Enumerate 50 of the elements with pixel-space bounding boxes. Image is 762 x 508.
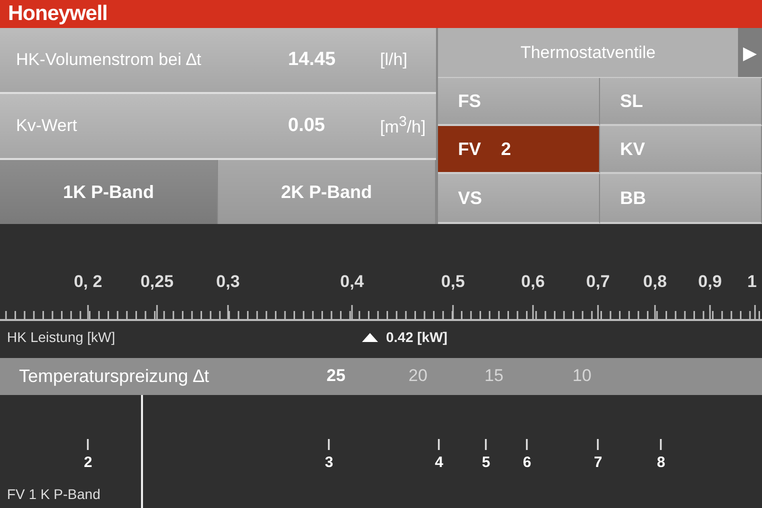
scale-label: 0,3	[216, 272, 240, 292]
preset-label: 6	[522, 454, 532, 471]
preset-caption: FV 1 K P-Band	[7, 486, 100, 502]
valve-type-button[interactable]: SL	[600, 78, 762, 126]
spread-option[interactable]: 20	[408, 366, 428, 386]
preset-label: 8	[656, 454, 666, 471]
tick-mark	[328, 439, 330, 450]
tick-mark	[597, 439, 599, 450]
preset-label: 7	[594, 454, 602, 471]
valve-type-button[interactable]: KV	[600, 126, 762, 174]
reading-unit: [l/h]	[379, 50, 408, 70]
scale-label: 0,5	[441, 272, 465, 292]
reading-unit: [m$^{3}$/h]	[379, 114, 426, 138]
preset-label: 4	[434, 454, 444, 471]
tick-mark	[526, 439, 528, 450]
preset-label: 3	[324, 454, 334, 471]
reading-value: 0.05	[287, 115, 326, 137]
spread-option[interactable]: 10	[572, 366, 592, 386]
band-tab[interactable]: 1K P-Band	[0, 160, 218, 224]
scale-label: 0,8	[643, 272, 667, 292]
panel-title: Thermostatventile	[519, 42, 657, 62]
reading-value: 14.45	[287, 49, 337, 71]
spread-label: Temperaturspreizung ∆t	[19, 366, 210, 387]
scale-label: 0, 2	[74, 272, 102, 292]
scale-label: 1	[747, 272, 757, 292]
scale-label: 0,9	[698, 272, 722, 292]
spread-option[interactable]: 25	[326, 366, 346, 386]
preset-label: 5	[482, 454, 490, 471]
valve-type-button[interactable]: VS	[438, 174, 600, 224]
band-tab[interactable]: 2K P-Band	[218, 160, 436, 224]
valve-type-button[interactable]: BB	[600, 174, 762, 224]
scale-label: 0,25	[140, 272, 174, 292]
scale-caption: HK Leistung [kW]	[7, 329, 116, 345]
tick-mark	[87, 439, 89, 450]
next-button[interactable]: ▶	[738, 28, 762, 77]
scale-label: 0,4	[340, 272, 364, 292]
scale-label: 0,6	[521, 272, 545, 292]
tick-mark	[660, 439, 662, 450]
tick-mark	[438, 439, 440, 450]
power-reading: 0.42 [kW]	[386, 329, 448, 345]
scale-label: 0,7	[586, 272, 610, 292]
preset-label: 2	[84, 454, 92, 471]
logo: Honeywell	[8, 2, 108, 26]
valve-type-button[interactable]: FS	[438, 78, 600, 126]
valve-type-button[interactable]: FV 2	[438, 126, 600, 174]
tick-mark	[485, 439, 487, 450]
reading-label: HK-Volumenstrom bei ∆t	[15, 50, 202, 70]
spread-option[interactable]: 15	[484, 366, 504, 386]
pointer-icon	[362, 332, 378, 342]
reading-label: Kv-Wert	[15, 116, 78, 136]
